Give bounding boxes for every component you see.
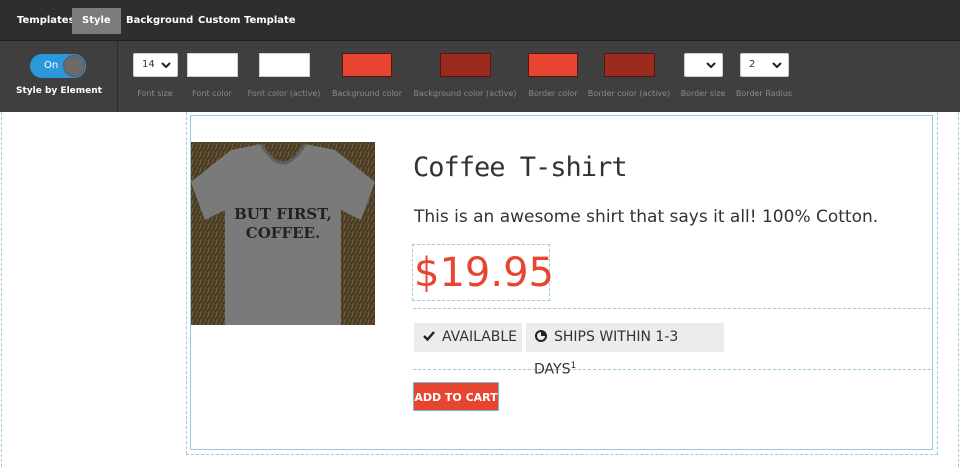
chevron-down-icon xyxy=(161,62,171,69)
canvas-guide-bottom xyxy=(186,454,938,455)
border-radius-label: Border Radius xyxy=(735,89,793,98)
font-size-label: Font size xyxy=(137,89,173,98)
clock-icon xyxy=(535,330,547,342)
shipping-footnote: 1 xyxy=(570,361,577,371)
shipping-badge: SHIPS WITHIN 1-3 DAYS1 xyxy=(526,323,724,378)
border-radius-value: 2 xyxy=(749,59,756,70)
tshirt-image: BUT FIRST, COFFEE. xyxy=(191,142,375,325)
background-color-active-label: Background color (active) xyxy=(413,89,517,98)
add-to-cart-button[interactable]: ADD TO CART xyxy=(413,382,499,411)
border-size-label: Border size xyxy=(680,89,726,98)
row-guide xyxy=(413,308,931,309)
product-price: $19.95 xyxy=(414,250,554,296)
tab-custom-template[interactable]: Custom Template xyxy=(188,8,306,34)
background-color-active-swatch[interactable] xyxy=(440,53,491,77)
border-color-active-label: Border color (active) xyxy=(587,89,671,98)
background-color-label: Background color xyxy=(332,89,402,98)
product-title: Coffee T-shirt xyxy=(413,152,628,183)
toggle-knob xyxy=(63,55,85,77)
shirt-print-line2: COFFEE. xyxy=(246,224,320,242)
tab-style[interactable]: Style xyxy=(72,8,121,34)
shirt-print-line1: BUT FIRST, xyxy=(234,205,332,223)
font-color-active-label: Font color (active) xyxy=(247,89,321,98)
row-guide xyxy=(413,369,931,370)
chevron-down-icon xyxy=(772,62,782,69)
available-badge: AVAILABLE xyxy=(414,323,522,352)
border-color-active-swatch[interactable] xyxy=(604,53,655,77)
toggle-state-text: On xyxy=(44,60,59,71)
product-description: This is an awesome shirt that says it al… xyxy=(414,207,879,227)
canvas-guide-right xyxy=(937,112,938,454)
canvas-guide-left xyxy=(186,112,187,454)
font-color-swatch[interactable] xyxy=(187,53,238,77)
product-image: BUT FIRST, COFFEE. xyxy=(191,142,375,325)
editor-tab-bar: Templates Style Background Custom Templa… xyxy=(0,0,960,41)
border-color-label: Border color xyxy=(528,89,578,98)
border-radius-select[interactable]: 2 xyxy=(740,53,789,77)
font-size-value: 14 xyxy=(142,59,155,70)
border-size-select[interactable] xyxy=(684,53,723,77)
style-by-element-label: Style by Element xyxy=(16,86,102,96)
style-toolbar: On Style by Element 14 Font size Font co… xyxy=(0,41,960,112)
style-by-element-toggle[interactable]: On xyxy=(30,54,86,78)
border-color-swatch[interactable] xyxy=(528,53,578,77)
font-size-select[interactable]: 14 xyxy=(133,53,178,77)
chevron-down-icon xyxy=(706,62,716,69)
font-color-active-swatch[interactable] xyxy=(259,53,310,77)
available-text: AVAILABLE xyxy=(442,329,518,345)
background-color-swatch[interactable] xyxy=(342,53,392,77)
checkmark-icon xyxy=(423,331,435,342)
style-by-element-panel: On Style by Element xyxy=(0,41,118,112)
font-color-label: Font color xyxy=(192,89,232,98)
